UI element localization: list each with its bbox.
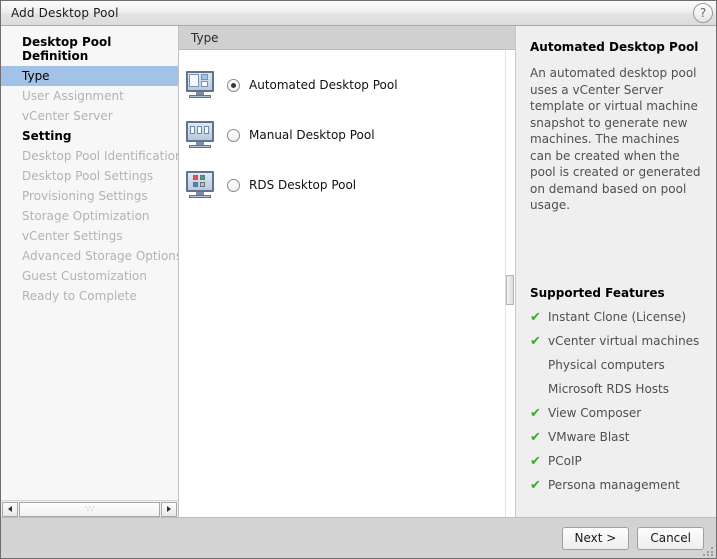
sidebar-item-storage-optimization[interactable]: Storage Optimization xyxy=(1,206,178,226)
chevron-right-icon xyxy=(167,506,171,512)
supported-features-title: Supported Features xyxy=(530,285,665,300)
scroll-left-button[interactable] xyxy=(2,501,18,517)
feature-label: Microsoft RDS Hosts xyxy=(548,381,670,396)
pool-type-radio-group: Automated Desktop Pool Manual Desktop Po… xyxy=(179,50,515,517)
rds-desktop-pool-icon xyxy=(185,171,215,199)
check-icon: ✔ xyxy=(530,309,541,325)
check-icon: ✔ xyxy=(530,453,541,469)
sidebar-item-desktop-pool-settings[interactable]: Desktop Pool Settings xyxy=(1,166,178,186)
feature-label: vCenter virtual machines xyxy=(548,333,700,348)
main-scrollbar-thumb[interactable] xyxy=(506,275,514,305)
cancel-button[interactable]: Cancel xyxy=(637,526,704,550)
feature-row-persona-management: ✔ Persona management xyxy=(530,478,702,502)
main-vertical-scrollbar[interactable] xyxy=(505,50,515,517)
check-icon: ✔ xyxy=(530,477,541,493)
feature-label: Instant Clone (License) xyxy=(548,309,687,324)
info-panel: Automated Desktop Pool An automated desk… xyxy=(516,26,716,517)
sidebar-item-vcenter-settings[interactable]: vCenter Settings xyxy=(1,226,178,246)
automated-desktop-pool-icon xyxy=(185,71,215,99)
feature-row-pcoip: ✔ PCoIP xyxy=(530,454,702,478)
sidebar-item-vcenter-server[interactable]: vCenter Server xyxy=(1,106,178,126)
sidebar-item-desktop-pool-identification[interactable]: Desktop Pool Identification xyxy=(1,146,178,166)
section-title: Type xyxy=(191,30,219,45)
wizard-sidebar: Desktop Pool Definition Type User Assign… xyxy=(1,26,179,517)
wizard-step-list: Desktop Pool Definition Type User Assign… xyxy=(1,26,178,500)
sidebar-item-provisioning-settings[interactable]: Provisioning Settings xyxy=(1,186,178,206)
dialog-footer: Next > Cancel xyxy=(1,517,716,558)
add-desktop-pool-dialog: Add Desktop Pool ? Desktop Pool Definiti… xyxy=(0,0,717,559)
check-icon: ✔ xyxy=(530,429,541,445)
info-description: An automated desktop pool uses a vCenter… xyxy=(530,66,701,212)
scrollbar-track[interactable] xyxy=(19,501,160,517)
feature-label: Persona management xyxy=(548,477,680,492)
feature-row-vmware-blast: ✔ VMware Blast xyxy=(530,430,702,454)
feature-row-instant-clone: ✔ Instant Clone (License) xyxy=(530,310,702,334)
sidebar-item-ready-to-complete[interactable]: Ready to Complete xyxy=(1,286,178,306)
sidebar-group-desktop-pool-definition: Desktop Pool Definition xyxy=(22,35,112,63)
sidebar-horizontal-scrollbar[interactable] xyxy=(1,500,178,517)
sidebar-item-user-assignment[interactable]: User Assignment xyxy=(1,86,178,106)
scrollbar-thumb[interactable] xyxy=(20,502,159,516)
resize-grip-icon[interactable] xyxy=(703,546,714,557)
grip-icon xyxy=(84,505,95,513)
check-icon: ✔ xyxy=(530,405,541,421)
feature-row-vcenter-virtual-machines: ✔ vCenter virtual machines xyxy=(530,334,702,358)
dialog-title: Add Desktop Pool xyxy=(11,6,119,20)
radio-manual-desktop-pool[interactable] xyxy=(227,128,240,142)
feature-label: PCoIP xyxy=(548,453,582,468)
feature-row-physical-computers: Physical computers xyxy=(530,358,702,382)
manual-desktop-pool-icon xyxy=(185,121,215,149)
option-rds-desktop-pool[interactable]: RDS Desktop Pool xyxy=(183,168,515,202)
radio-automated-desktop-pool[interactable] xyxy=(227,78,240,92)
option-label-rds: RDS Desktop Pool xyxy=(249,178,357,192)
sidebar-item-type[interactable]: Type xyxy=(1,66,178,86)
help-glyph: ? xyxy=(699,6,707,20)
feature-label: Physical computers xyxy=(548,357,665,372)
scroll-right-button[interactable] xyxy=(161,501,177,517)
main-panel: Type Automated Desktop Pool Manual Deskt… xyxy=(179,26,516,517)
dialog-titlebar: Add Desktop Pool ? xyxy=(1,1,716,26)
option-label-automated: Automated Desktop Pool xyxy=(249,78,398,92)
option-automated-desktop-pool[interactable]: Automated Desktop Pool xyxy=(183,68,515,102)
sidebar-group-setting: Setting xyxy=(22,129,72,143)
option-manual-desktop-pool[interactable]: Manual Desktop Pool xyxy=(183,118,515,152)
help-icon[interactable]: ? xyxy=(693,3,713,23)
sidebar-item-guest-customization[interactable]: Guest Customization xyxy=(1,266,178,286)
check-icon: ✔ xyxy=(530,333,541,349)
sidebar-item-advanced-storage-options[interactable]: Advanced Storage Options xyxy=(1,246,178,266)
next-button[interactable]: Next > xyxy=(561,526,630,550)
feature-row-view-composer: ✔ View Composer xyxy=(530,406,702,430)
option-label-manual: Manual Desktop Pool xyxy=(249,128,375,142)
section-header: Type xyxy=(179,26,515,50)
radio-rds-desktop-pool[interactable] xyxy=(227,178,240,192)
feature-row-microsoft-rds-hosts: Microsoft RDS Hosts xyxy=(530,382,702,406)
feature-label: VMware Blast xyxy=(548,429,630,444)
feature-label: View Composer xyxy=(548,405,642,420)
info-title: Automated Desktop Pool xyxy=(530,40,699,54)
chevron-left-icon xyxy=(8,506,12,512)
dialog-content: Desktop Pool Definition Type User Assign… xyxy=(1,26,716,517)
